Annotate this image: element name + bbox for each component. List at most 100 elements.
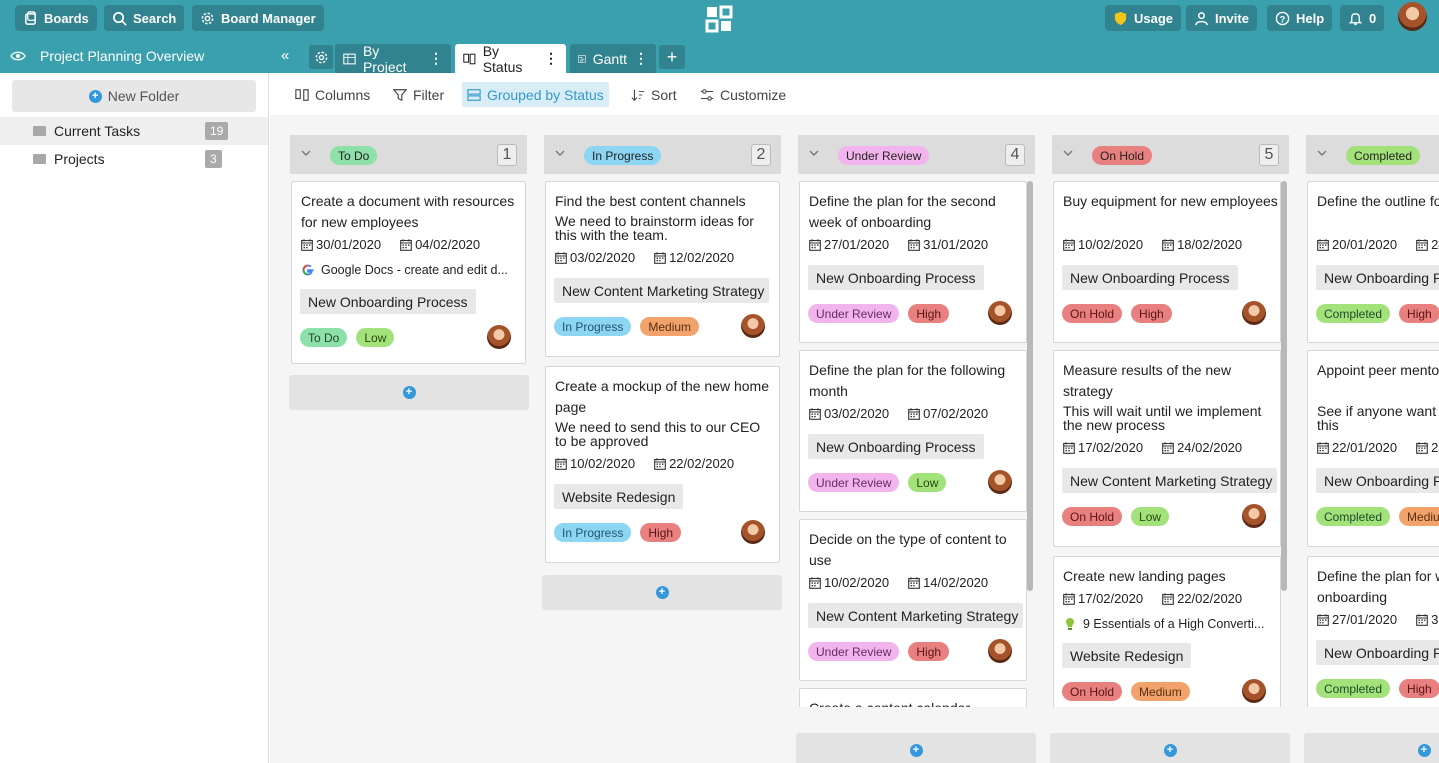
task-card[interactable]: Define the plan for week of onboarding 27… (1307, 556, 1439, 707)
status-badge[interactable]: Under Review (808, 304, 900, 323)
status-badge[interactable]: Completed (1316, 304, 1391, 323)
project-tag[interactable]: New Content Marketing Strategy (808, 603, 1023, 628)
task-card[interactable]: Decide on the type of content to use 10/0… (799, 519, 1027, 681)
sidebar-item-projects[interactable]: Projects 3 (0, 145, 268, 173)
status-badge[interactable]: Under Review (808, 473, 900, 492)
assignee-avatar[interactable] (988, 470, 1012, 494)
priority-badge[interactable]: Low (356, 328, 395, 347)
chevron-down-icon[interactable] (809, 148, 819, 158)
card-tags: On Hold Low (1062, 507, 1170, 526)
card-attachment-link[interactable]: Google Docs - create and edit d... (301, 263, 516, 277)
add-card-button[interactable]: + (796, 733, 1036, 763)
assignee-avatar[interactable] (487, 325, 511, 349)
status-badge[interactable]: To Do (300, 328, 348, 347)
usage-button[interactable]: Usage (1105, 5, 1182, 31)
status-badge[interactable]: Completed (1316, 507, 1391, 526)
tab-by-project[interactable]: By Project ⋮ (335, 43, 451, 75)
status-badge[interactable]: On Hold (1062, 682, 1123, 701)
group-by-button[interactable]: Grouped by Status (462, 82, 609, 107)
project-tag[interactable]: New Onboarding P (1316, 640, 1439, 665)
column-count: 4 (1005, 144, 1025, 166)
priority-badge[interactable]: High (908, 304, 950, 323)
project-tag[interactable]: New Onboarding Process (1062, 265, 1238, 290)
project-tag[interactable]: New Onboarding P (1316, 468, 1439, 493)
tab-menu-icon[interactable]: ⋮ (429, 50, 443, 67)
task-card[interactable]: Measure results of the new strategy This … (1053, 350, 1281, 547)
board-manager-button[interactable]: Board Manager (192, 5, 324, 31)
assignee-avatar[interactable] (1242, 679, 1266, 703)
priority-badge[interactable]: High (908, 642, 950, 661)
status-badge[interactable]: In Progress (554, 523, 632, 542)
filter-button[interactable]: Filter (388, 82, 449, 107)
status-column: To Do 1 Create a document with resources f… (289, 135, 529, 763)
invite-button[interactable]: Invite (1186, 5, 1257, 31)
task-card[interactable]: Buy equipment for new employees 10/02/202… (1053, 181, 1281, 343)
status-badge[interactable]: In Progress (554, 317, 632, 336)
search-button[interactable]: Search (104, 5, 185, 31)
customize-button[interactable]: Customize (695, 82, 791, 107)
task-card[interactable]: Create a content calendar (799, 688, 1027, 707)
project-tag[interactable]: New Onboarding P (1316, 265, 1439, 290)
add-card-button[interactable]: + (289, 375, 529, 410)
add-card-button[interactable]: + (1050, 733, 1290, 763)
chevron-down-icon[interactable] (301, 148, 311, 158)
chevron-down-icon[interactable] (555, 148, 565, 158)
assignee-avatar[interactable] (1242, 301, 1266, 325)
notifications-button[interactable]: 0 (1340, 5, 1385, 31)
assignee-avatar[interactable] (741, 520, 765, 544)
project-tag[interactable]: New Onboarding Process (808, 434, 984, 459)
column-count: 2 (751, 144, 771, 166)
status-badge[interactable]: Completed (1316, 679, 1391, 698)
priority-badge[interactable]: Low (908, 473, 947, 492)
new-folder-button[interactable]: + New Folder (12, 80, 256, 112)
add-card-button[interactable]: + (1304, 733, 1439, 763)
status-badge[interactable]: On Hold (1062, 304, 1123, 323)
sidebar-item-current-tasks[interactable]: Current Tasks 19 (0, 117, 268, 145)
assignee-avatar[interactable] (988, 301, 1012, 325)
boards-button[interactable]: Boards (15, 5, 97, 31)
status-badge[interactable]: Under Review (808, 642, 900, 661)
task-card[interactable]: Define the outline for onboarding 20/01/2… (1307, 181, 1439, 343)
priority-badge[interactable]: Medium (1131, 682, 1190, 701)
chevron-down-icon[interactable] (1317, 148, 1327, 158)
columns-button[interactable]: Columns (290, 82, 375, 107)
help-button[interactable]: ? Help (1267, 5, 1333, 31)
user-avatar[interactable] (1398, 2, 1427, 31)
tab-by-status[interactable]: By Status ⋮ (455, 43, 566, 75)
view-settings-button[interactable] (309, 45, 333, 69)
assignee-avatar[interactable] (741, 314, 765, 338)
task-card[interactable]: Define the plan for the following month 0… (799, 350, 1027, 512)
priority-badge[interactable]: Low (1131, 507, 1170, 526)
tab-menu-icon[interactable]: ⋮ (634, 50, 648, 67)
task-card[interactable]: Create new landing pages 17/02/2020 22/02/… (1053, 556, 1281, 707)
priority-badge[interactable]: High (640, 523, 682, 542)
chevron-down-icon[interactable] (1063, 148, 1073, 158)
tab-gantt[interactable]: Gantt ⋮ (570, 44, 656, 73)
assignee-avatar[interactable] (1242, 504, 1266, 528)
collapse-sidebar-icon[interactable]: « (281, 47, 289, 64)
project-tag[interactable]: New Onboarding Process (300, 289, 476, 314)
project-tag[interactable]: New Content Marketing Strategy (554, 278, 769, 303)
task-card[interactable]: Define the plan for the second week of o… (799, 181, 1027, 343)
project-tag[interactable]: New Onboarding Process (808, 265, 984, 290)
task-card[interactable]: Create a document with resources for new… (291, 181, 526, 364)
eye-icon[interactable] (10, 48, 26, 64)
tab-menu-icon[interactable]: ⋮ (544, 50, 558, 67)
priority-badge[interactable]: Mediu (1399, 507, 1439, 526)
task-card[interactable]: Find the best content channels We need to… (545, 181, 780, 357)
sort-button[interactable]: Sort (626, 82, 682, 107)
priority-badge[interactable]: High (1131, 304, 1172, 323)
status-badge[interactable]: On Hold (1062, 507, 1123, 526)
task-card[interactable]: Appoint peer mentor employees See if anyo… (1307, 350, 1439, 547)
priority-badge[interactable]: High (1399, 679, 1439, 698)
project-tag[interactable]: Website Redesign (554, 484, 684, 509)
add-card-button[interactable]: + (542, 575, 782, 610)
card-attachment-link[interactable]: 9 Essentials of a High Converti... (1063, 617, 1278, 631)
priority-badge[interactable]: High (1399, 304, 1439, 323)
assignee-avatar[interactable] (988, 639, 1012, 663)
add-view-button[interactable]: + (659, 45, 685, 69)
project-tag[interactable]: New Content Marketing Strategy (1062, 468, 1277, 493)
priority-badge[interactable]: Medium (640, 317, 700, 336)
project-tag[interactable]: Website Redesign (1062, 643, 1192, 668)
task-card[interactable]: Create a mockup of the new home page We n… (545, 366, 780, 563)
